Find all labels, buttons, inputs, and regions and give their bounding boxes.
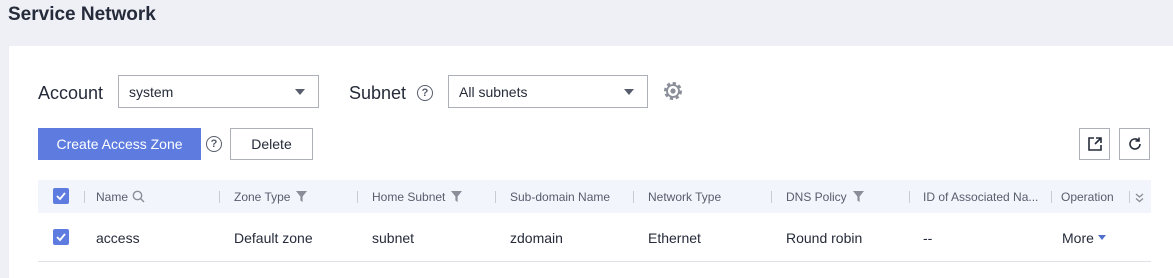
column-divider: [357, 191, 358, 203]
column-header-operation: Operation: [1061, 180, 1114, 213]
double-chevron-down-icon[interactable]: [1135, 190, 1144, 208]
column-header-label: Operation: [1061, 189, 1114, 204]
column-header-zone-type[interactable]: Zone Type: [234, 180, 308, 213]
export-button[interactable]: [1079, 128, 1110, 160]
column-header-label: Home Subnet: [372, 189, 446, 204]
column-divider: [633, 191, 634, 203]
filter-icon[interactable]: [450, 190, 463, 203]
column-header-sub-domain: Sub-domain Name: [510, 180, 610, 213]
access-zone-table: Name Zone Type Home Subnet Sub-domain Na…: [38, 180, 1151, 262]
column-header-home-subnet[interactable]: Home Subnet: [372, 180, 463, 213]
more-dropdown[interactable]: More: [1062, 213, 1106, 262]
column-divider: [1051, 191, 1052, 203]
column-header-label: ID of Associated Na...: [923, 189, 1039, 204]
chevron-down-icon: [295, 89, 305, 95]
column-divider: [909, 191, 910, 203]
page-title: Service Network: [8, 4, 156, 25]
check-icon: [56, 233, 66, 242]
dns-policy-cell: Round robin: [786, 229, 863, 246]
table-row: access Default zone subnet zdomain Ether…: [38, 213, 1151, 262]
check-icon: [56, 192, 66, 201]
column-divider: [495, 191, 496, 203]
filter-icon[interactable]: [295, 190, 308, 203]
subnet-select[interactable]: All subnets: [448, 75, 648, 108]
subnet-label: Subnet: [349, 83, 407, 103]
associated-id-cell: --: [923, 229, 933, 246]
home-subnet-cell: subnet: [372, 229, 415, 246]
column-header-network-type: Network Type: [648, 180, 721, 213]
column-divider: [219, 191, 220, 203]
zone-name-link[interactable]: access: [96, 213, 140, 262]
column-header-label: DNS Policy: [786, 189, 847, 204]
account-label: Account: [38, 83, 104, 103]
column-divider: [1129, 191, 1130, 203]
gear-icon[interactable]: [663, 81, 683, 101]
column-header-dns-policy[interactable]: DNS Policy: [786, 180, 865, 213]
column-divider: [771, 191, 772, 203]
table-header: Name Zone Type Home Subnet Sub-domain Na…: [38, 180, 1151, 213]
refresh-icon: [1128, 137, 1141, 150]
network-type-cell: Ethernet: [648, 229, 701, 246]
search-icon[interactable]: [132, 190, 145, 203]
column-divider: [84, 191, 85, 203]
select-all-checkbox[interactable]: [53, 188, 69, 204]
column-header-label: Zone Type: [234, 189, 291, 204]
column-header-label: Sub-domain Name: [510, 189, 611, 204]
more-label: More: [1062, 229, 1094, 246]
chevron-down-icon: [624, 89, 634, 95]
create-access-zone-button[interactable]: Create Access Zone: [38, 128, 201, 160]
account-select-value: system: [129, 83, 174, 100]
help-icon[interactable]: ?: [206, 136, 222, 152]
export-icon: [1087, 137, 1102, 151]
column-header-name[interactable]: Name: [96, 180, 145, 213]
chevron-down-icon: [1097, 235, 1106, 240]
refresh-button[interactable]: [1119, 128, 1150, 160]
row-checkbox[interactable]: [53, 229, 69, 245]
column-header-label: Network Type: [648, 189, 722, 204]
subnet-select-value: All subnets: [459, 83, 528, 100]
account-select[interactable]: system: [118, 75, 319, 108]
filter-icon[interactable]: [852, 190, 865, 203]
sub-domain-cell: zdomain: [510, 229, 563, 246]
zone-type-cell: Default zone: [234, 229, 313, 246]
column-header-label: Name: [96, 189, 129, 204]
help-icon[interactable]: ?: [417, 85, 433, 101]
column-header-associated-id: ID of Associated Na...: [923, 180, 1048, 213]
delete-button[interactable]: Delete: [230, 128, 313, 160]
